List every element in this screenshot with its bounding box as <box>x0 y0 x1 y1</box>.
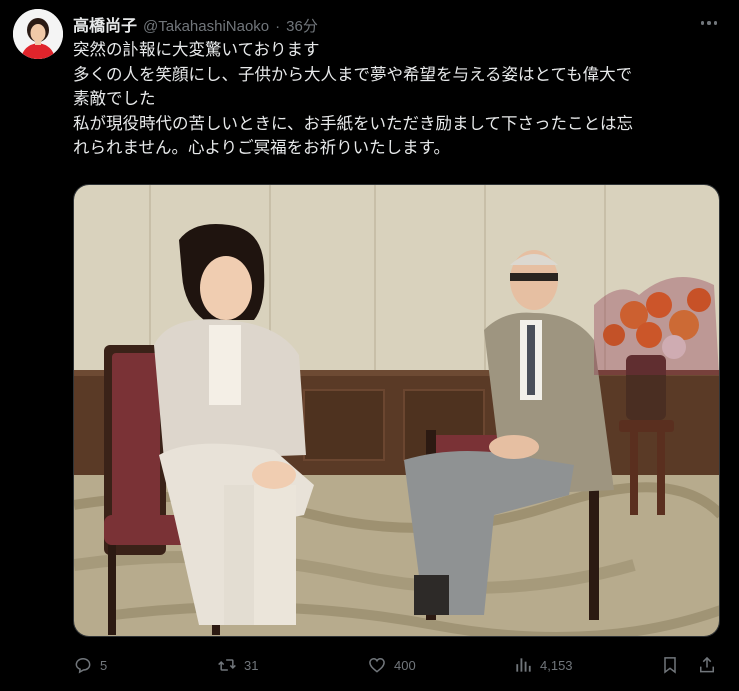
reply-count: 5 <box>100 657 108 673</box>
tweet-text-line: 私が現役時代の苦しいときに、お手紙をいただき励まして下さったことは忘 <box>73 114 634 133</box>
like-count: 400 <box>394 657 416 673</box>
views-icon <box>516 658 531 672</box>
tweet-text-line: 突然の訃報に大変驚いております <box>73 41 320 59</box>
retweet-count: 31 <box>244 657 259 673</box>
tweet-actions: 5 31 400 4,153 <box>73 650 723 680</box>
share-button[interactable] <box>697 650 717 680</box>
avatar-image <box>13 9 63 59</box>
tweet-photo[interactable] <box>73 184 720 637</box>
share-icon <box>700 656 714 673</box>
author-display-name[interactable]: 高橋尚子 <box>73 12 137 36</box>
tweet-text-line: 多くの人を笑顔にし、子供から大人まで夢や希望を与える姿はとても偉大で <box>73 65 633 84</box>
avatar[interactable] <box>13 9 63 59</box>
tweet-text-line: 素敵でした <box>73 90 156 109</box>
view-count: 4,153 <box>540 657 573 673</box>
author-handle[interactable]: @TakahashiNaoko <box>143 18 269 35</box>
retweet-button[interactable]: 31 <box>217 650 258 680</box>
more-icon[interactable] <box>694 12 724 34</box>
bookmark-icon <box>664 657 676 674</box>
tweet-header: 高橋尚子 @TakahashiNaoko · 36分 <box>73 12 318 36</box>
views-button[interactable]: 4,153 <box>513 650 573 680</box>
bookmark-button[interactable] <box>660 650 680 680</box>
timestamp[interactable]: 36分 <box>286 15 318 36</box>
like-button[interactable]: 400 <box>367 650 416 680</box>
retweet-icon <box>218 659 236 671</box>
tweet-text: 突然の訃報に大変驚いております 多くの人を笑顔にし、子供から大人まで夢や希望を与… <box>73 38 723 161</box>
photo-image <box>74 185 719 636</box>
separator-dot: · <box>275 18 281 35</box>
reply-icon <box>75 657 91 674</box>
like-icon <box>369 657 385 673</box>
reply-button[interactable]: 5 <box>73 650 107 680</box>
tweet[interactable]: 高橋尚子 @TakahashiNaoko · 36分 突然の訃報に大変驚いており… <box>0 0 739 691</box>
tweet-text-line: れられません。心よりご冥福をお祈りいたします。 <box>73 139 451 158</box>
